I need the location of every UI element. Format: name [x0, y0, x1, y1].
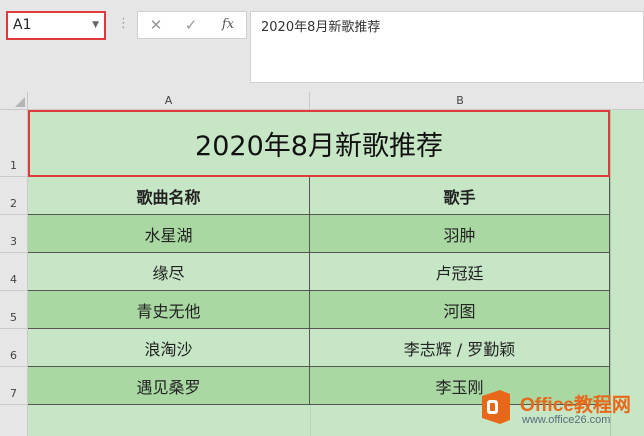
row-header-7[interactable]: 7	[0, 367, 28, 405]
song-cell[interactable]: 浪淘沙	[28, 329, 310, 367]
header-song-cell[interactable]: 歌曲名称	[28, 177, 310, 215]
row-header-6[interactable]: 6	[0, 329, 28, 367]
chevron-down-icon[interactable]: ▼	[92, 13, 99, 38]
row-header-2[interactable]: 2	[0, 177, 28, 215]
watermark-url: www.office26.com	[522, 414, 611, 426]
cancel-icon[interactable]: ✕	[141, 12, 171, 38]
song-cell[interactable]: 缘尽	[28, 253, 310, 291]
song-cell[interactable]: 水星湖	[28, 215, 310, 253]
name-box[interactable]: A1 ▼	[6, 11, 106, 40]
singer-cell[interactable]: 李志辉 / 罗勤颖	[310, 329, 610, 367]
singer-cell[interactable]: 卢冠廷	[310, 253, 610, 291]
select-all-corner[interactable]	[0, 92, 28, 110]
header-singer-cell[interactable]: 歌手	[310, 177, 610, 215]
row-header-8[interactable]	[0, 405, 28, 436]
formula-input[interactable]: 2020年8月新歌推荐	[250, 11, 644, 83]
title-cell[interactable]: 2020年8月新歌推荐	[28, 110, 610, 177]
insert-function-icon[interactable]: fx	[213, 12, 243, 38]
singer-cell[interactable]: 羽肿	[310, 215, 610, 253]
more-options-icon[interactable]: ⋮	[117, 14, 130, 34]
row-header-1[interactable]: 1	[0, 110, 28, 177]
singer-cell[interactable]: 河图	[310, 291, 610, 329]
song-cell[interactable]: 遇见桑罗	[28, 367, 310, 405]
column-header-b[interactable]: B	[310, 92, 610, 110]
gridline	[310, 405, 311, 436]
column-header-c[interactable]	[610, 92, 644, 110]
row-header-3[interactable]: 3	[0, 215, 28, 253]
row-header-4[interactable]: 4	[0, 253, 28, 291]
column-header-a[interactable]: A	[28, 92, 310, 110]
formula-controls: ✕ ✓ fx	[137, 11, 247, 39]
row-header-5[interactable]: 5	[0, 291, 28, 329]
name-box-value: A1	[13, 17, 32, 33]
enter-icon[interactable]: ✓	[176, 12, 206, 38]
gridline	[610, 110, 611, 436]
watermark-brand: Office教程网	[520, 395, 631, 416]
song-cell[interactable]: 青史无他	[28, 291, 310, 329]
office-logo-icon	[482, 390, 510, 424]
